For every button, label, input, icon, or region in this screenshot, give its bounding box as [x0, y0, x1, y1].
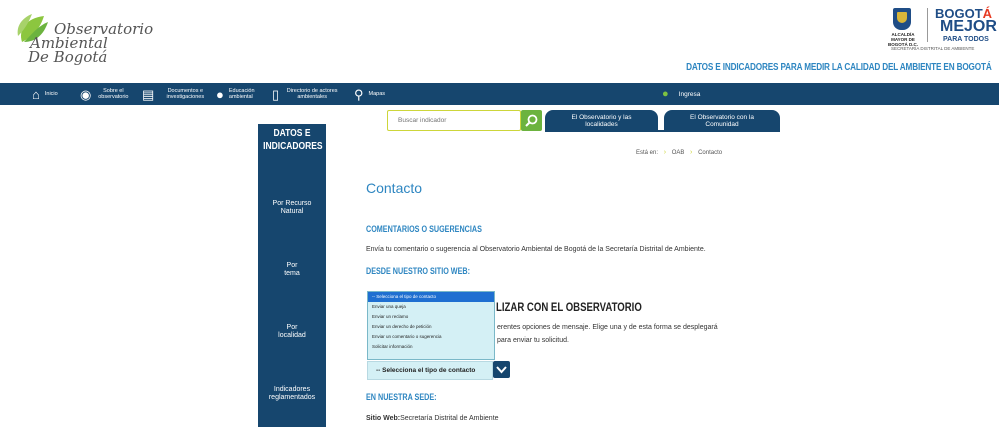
- option-queja[interactable]: Enviar una queja: [368, 302, 494, 312]
- sitio-web-label: Sitio Web:: [366, 415, 401, 422]
- bulb-icon: ●: [216, 86, 224, 102]
- chevron-down-icon: [496, 365, 507, 373]
- tab-label: El Observatorio y las localidades: [571, 113, 632, 128]
- paragraph-opciones-2: para enviar tu solicitud.: [497, 337, 569, 344]
- search-button[interactable]: [521, 110, 542, 131]
- nav-label: Mapas: [368, 91, 386, 97]
- breadcrumb-item-current: Contacto: [698, 150, 723, 156]
- nav-item-educacion-ambiental[interactable]: ● Educación ambiental: [216, 83, 255, 105]
- breadcrumb: Está en: › OAB › Contacto: [636, 149, 722, 156]
- sidebar-title-line-1: DATOS E: [273, 128, 311, 139]
- bogota-shield-icon: [893, 8, 911, 30]
- nav-item-inicio[interactable]: ⌂ Inicio: [32, 83, 58, 105]
- indicators-sidebar: DATOS E INDICADORES Por Recurso Natural …: [258, 124, 326, 427]
- nav-label: Educación ambiental: [228, 88, 255, 100]
- sidebar-title-line-2: INDICADORES: [263, 141, 323, 152]
- tab-underline: [545, 130, 780, 132]
- tab-label: El Observatorio con la Comunidad: [690, 113, 754, 128]
- nav-label: Documentos e investigaciones: [166, 88, 205, 100]
- sitio-web-line: Sitio Web:Secretaría Distrital de Ambien…: [366, 415, 499, 422]
- sidebar-item-por-localidad[interactable]: Por localidad: [258, 324, 326, 340]
- para-todos-wordmark: PARA TODOS: [943, 36, 989, 43]
- heading-comentarios: COMENTARIOS O SUGERENCIAS: [366, 224, 482, 234]
- heading-nuestra-sede: EN NUESTRA SEDE:: [366, 392, 437, 402]
- chevron-right-icon: ›: [663, 149, 667, 156]
- eye-icon: ◉: [80, 86, 92, 102]
- header-tagline: DATOS E INDICADORES PARA MEDIR LA CALIDA…: [686, 62, 992, 73]
- contact-type-options: -- Selecciona el tipo de contacto Enviar…: [367, 291, 495, 360]
- logo-line-3: De Bogotá: [28, 48, 108, 66]
- search-input[interactable]: [388, 111, 520, 130]
- observatorio-logo[interactable]: Observatorio Ambiental De Bogotá: [14, 12, 153, 74]
- nav-item-directorio[interactable]: ▯ Directorio de actores ambientales: [272, 83, 340, 105]
- chevron-right-icon: ›: [690, 149, 693, 156]
- map-icon: ⚲: [354, 86, 364, 102]
- secretaria-label: SECRETARÍA DISTRITAL DE AMBIENTE: [891, 46, 975, 51]
- nav-item-documentos[interactable]: ▤ Documentos e investigaciones: [142, 83, 211, 105]
- option-solicitar-informacion[interactable]: Solicitar información: [368, 342, 494, 352]
- nav-label: Sobre el observatorio: [98, 88, 129, 100]
- paragraph-comentarios: Envía tu comentario o sugerencia al Obse…: [366, 246, 706, 253]
- sidebar-title: DATOS E INDICADORES: [263, 127, 323, 153]
- login-label: Ingresa: [678, 90, 701, 98]
- option-reclamo[interactable]: Enviar un reclamo: [368, 312, 494, 322]
- sitio-web-value[interactable]: Secretaría Distrital de Ambiente: [400, 415, 498, 422]
- heading-realizar-con-observatorio: LIZAR CON EL OBSERVATORIO: [496, 300, 642, 314]
- directory-icon: ▯: [272, 86, 280, 102]
- paragraph-opciones-1: erentes opciones de mensaje. Elige una y…: [497, 324, 718, 331]
- login-link[interactable]: ● Ingresa: [662, 83, 700, 105]
- search-box: [387, 110, 521, 131]
- sidebar-item-por-recurso-natural[interactable]: Por Recurso Natural: [258, 200, 326, 216]
- tab-observatorio-comunidad[interactable]: El Observatorio con la Comunidad: [664, 110, 780, 131]
- page-title: Contacto: [366, 180, 423, 196]
- logo-text: Observatorio Ambiental De Bogotá: [28, 22, 153, 65]
- contact-type-select[interactable]: -- Selecciona el tipo de contacto: [367, 361, 493, 380]
- breadcrumb-item-oab[interactable]: OAB: [672, 150, 685, 156]
- heading-sitio-web: DESDE NUESTRO SITIO WEB:: [366, 266, 471, 276]
- option-selecciona[interactable]: -- Selecciona el tipo de contacto: [368, 292, 494, 302]
- option-derecho-peticion[interactable]: Enviar un derecho de petición: [368, 322, 494, 332]
- contact-type-dropdown-button[interactable]: [493, 361, 510, 378]
- option-comentario[interactable]: Enviar un comentario o sugerencia: [368, 332, 494, 342]
- sidebar-item-indicadores-reglamentados[interactable]: Indicadores reglamentados: [258, 386, 326, 402]
- nav-label: Inicio: [44, 91, 58, 97]
- nav-item-sobre-el-observatorio[interactable]: ◉ Sobre el observatorio: [80, 83, 130, 105]
- nav-label: Directorio de actores ambientales: [286, 88, 338, 100]
- home-icon: ⌂: [32, 86, 40, 102]
- bogota-mejor-logo: ALCALDÍA MAYOR DE BOGOTÁ D.C. BOGOTÁ MEJ…: [885, 6, 997, 58]
- search-icon: [525, 114, 538, 127]
- logo-divider: [927, 8, 928, 42]
- top-navigation: ⌂ Inicio ◉ Sobre el observatorio ▤ Docum…: [0, 83, 999, 105]
- mejor-wordmark: MEJOR: [940, 18, 997, 35]
- sidebar-item-por-tema[interactable]: Por tema: [258, 262, 326, 278]
- user-icon: ●: [662, 88, 669, 100]
- document-icon: ▤: [142, 86, 155, 102]
- breadcrumb-prefix: Está en:: [636, 150, 659, 156]
- alcaldia-label: ALCALDÍA MAYOR DE BOGOTÁ D.C.: [888, 32, 918, 47]
- nav-item-mapas[interactable]: ⚲ Mapas: [354, 83, 385, 105]
- tab-observatorio-localidades[interactable]: El Observatorio y las localidades: [545, 110, 658, 131]
